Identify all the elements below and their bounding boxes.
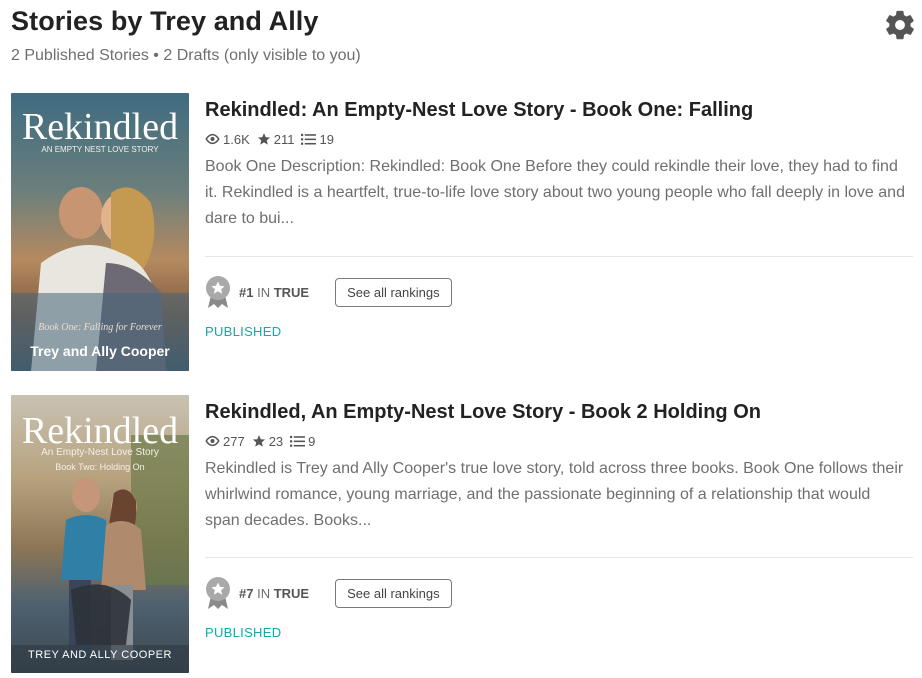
cover-author: TREY AND ALLY COOPER [28, 649, 172, 661]
story-stats: 1.6K 211 19 [205, 130, 913, 148]
reads-stat: 277 [205, 434, 245, 449]
reads-count: 277 [223, 433, 245, 449]
profile-header: Stories by Trey and Ally 2 Published Sto… [11, 6, 914, 65]
eye-icon [205, 435, 220, 447]
ranking-row: #1 IN TRUE See all rankings [205, 275, 452, 309]
cover-title: Rekindled [21, 106, 179, 148]
star-icon [257, 133, 270, 145]
rank-tag: TRUE [273, 585, 310, 601]
list-icon [290, 435, 306, 447]
ranking-badge-icon [206, 577, 230, 609]
votes-count: 211 [273, 131, 295, 147]
see-all-rankings-button[interactable]: See all rankings [335, 578, 452, 608]
page-title: Stories by Trey and Ally [11, 6, 319, 36]
cover-tagline: Book Two: Holding On [55, 462, 145, 472]
ranking-row: #7 IN TRUE See all rankings [205, 576, 452, 610]
story-status: PUBLISHED [205, 625, 282, 640]
story-info: Rekindled: An Empty-Nest Love Story - Bo… [205, 93, 913, 339]
see-all-rankings-button[interactable]: See all rankings [335, 277, 452, 307]
list-icon [301, 133, 317, 145]
parts-count: 9 [308, 433, 316, 449]
story-description: Rekindled is Trey and Ally Cooper's true… [205, 460, 904, 529]
ranking-text: #7 IN TRUE [239, 586, 309, 601]
story-cover[interactable]: Rekindled An Empty-Nest Love Story Book … [11, 395, 189, 673]
story-title-link[interactable]: Rekindled, An Empty-Nest Love Story - Bo… [205, 398, 913, 426]
divider [205, 256, 913, 257]
reads-stat: 1.6K [205, 132, 250, 147]
rank-in: IN [257, 585, 271, 601]
ranking-badge-icon [206, 276, 230, 308]
ranking-text: #1 IN TRUE [239, 285, 309, 300]
rank-in: IN [257, 284, 271, 300]
story-status: PUBLISHED [205, 324, 282, 339]
story-count-subtitle: 2 Published Stories • 2 Drafts (only vis… [11, 47, 361, 64]
cover-subtitle: An Empty-Nest Love Story [41, 447, 159, 458]
story-stats: 277 23 9 [205, 432, 913, 450]
rank-number: #7 [239, 585, 254, 601]
story-title-link[interactable]: Rekindled: An Empty-Nest Love Story - Bo… [205, 96, 913, 124]
cover-subtitle: AN EMPTY NEST LOVE STORY [41, 145, 159, 154]
cover-author: Trey and Ally Cooper [30, 343, 170, 359]
story-description: Book One Description: Rekindled: Book On… [205, 158, 905, 227]
parts-stat: 19 [301, 131, 334, 147]
story-card: Rekindled An Empty-Nest Love Story Book … [11, 395, 913, 673]
votes-stat: 23 [252, 434, 283, 449]
cover-tagline: Book One: Falling for Forever [38, 322, 162, 333]
reads-count: 1.6K [223, 131, 250, 147]
story-card: Rekindled AN EMPTY NEST LOVE STORY Book … [11, 93, 913, 371]
parts-count: 19 [319, 131, 334, 147]
rank-tag: TRUE [273, 284, 310, 300]
votes-stat: 211 [257, 131, 295, 147]
gear-icon[interactable] [883, 8, 917, 42]
star-icon [252, 435, 265, 447]
divider [205, 557, 913, 558]
rank-number: #1 [239, 284, 254, 300]
parts-stat: 9 [290, 434, 315, 449]
story-cover[interactable]: Rekindled AN EMPTY NEST LOVE STORY Book … [11, 93, 189, 371]
story-info: Rekindled, An Empty-Nest Love Story - Bo… [205, 395, 913, 640]
votes-count: 23 [268, 433, 284, 449]
eye-icon [205, 133, 220, 145]
